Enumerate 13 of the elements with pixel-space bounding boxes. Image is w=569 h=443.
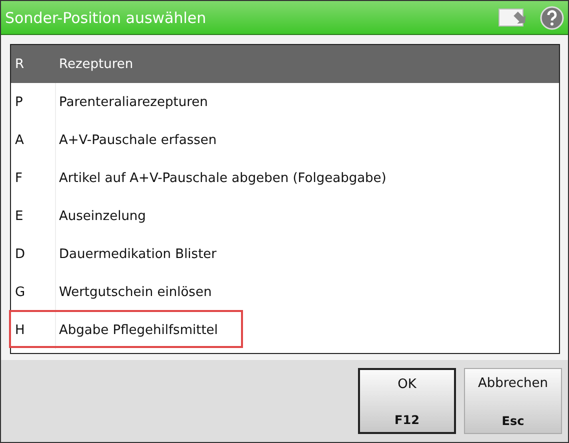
- list-item[interactable]: F Artikel auf A+V-Pauschale abgeben (Folgeabgabe): [11, 159, 559, 197]
- cancel-button[interactable]: Abbrechen Esc: [464, 368, 562, 434]
- window-title: Sonder-Position auswählen: [5, 8, 208, 26]
- list-item[interactable]: A A+V-Pauschale erfassen: [11, 121, 559, 159]
- list-item[interactable]: D Dauermedikation Blister: [11, 235, 559, 273]
- window-icon[interactable]: [498, 6, 528, 28]
- list-item[interactable]: H Abgabe Pflegehilfsmittel: [11, 311, 559, 349]
- list-item[interactable]: P Parenteraliarezepturen: [11, 83, 559, 121]
- list-item[interactable]: E Auseinzelung: [11, 197, 559, 235]
- list-item[interactable]: G Wertgutschein einlösen: [11, 273, 559, 311]
- ok-button[interactable]: OK F12: [358, 368, 456, 434]
- help-icon[interactable]: [540, 6, 564, 30]
- list-item[interactable]: R Rezepturen: [11, 45, 559, 83]
